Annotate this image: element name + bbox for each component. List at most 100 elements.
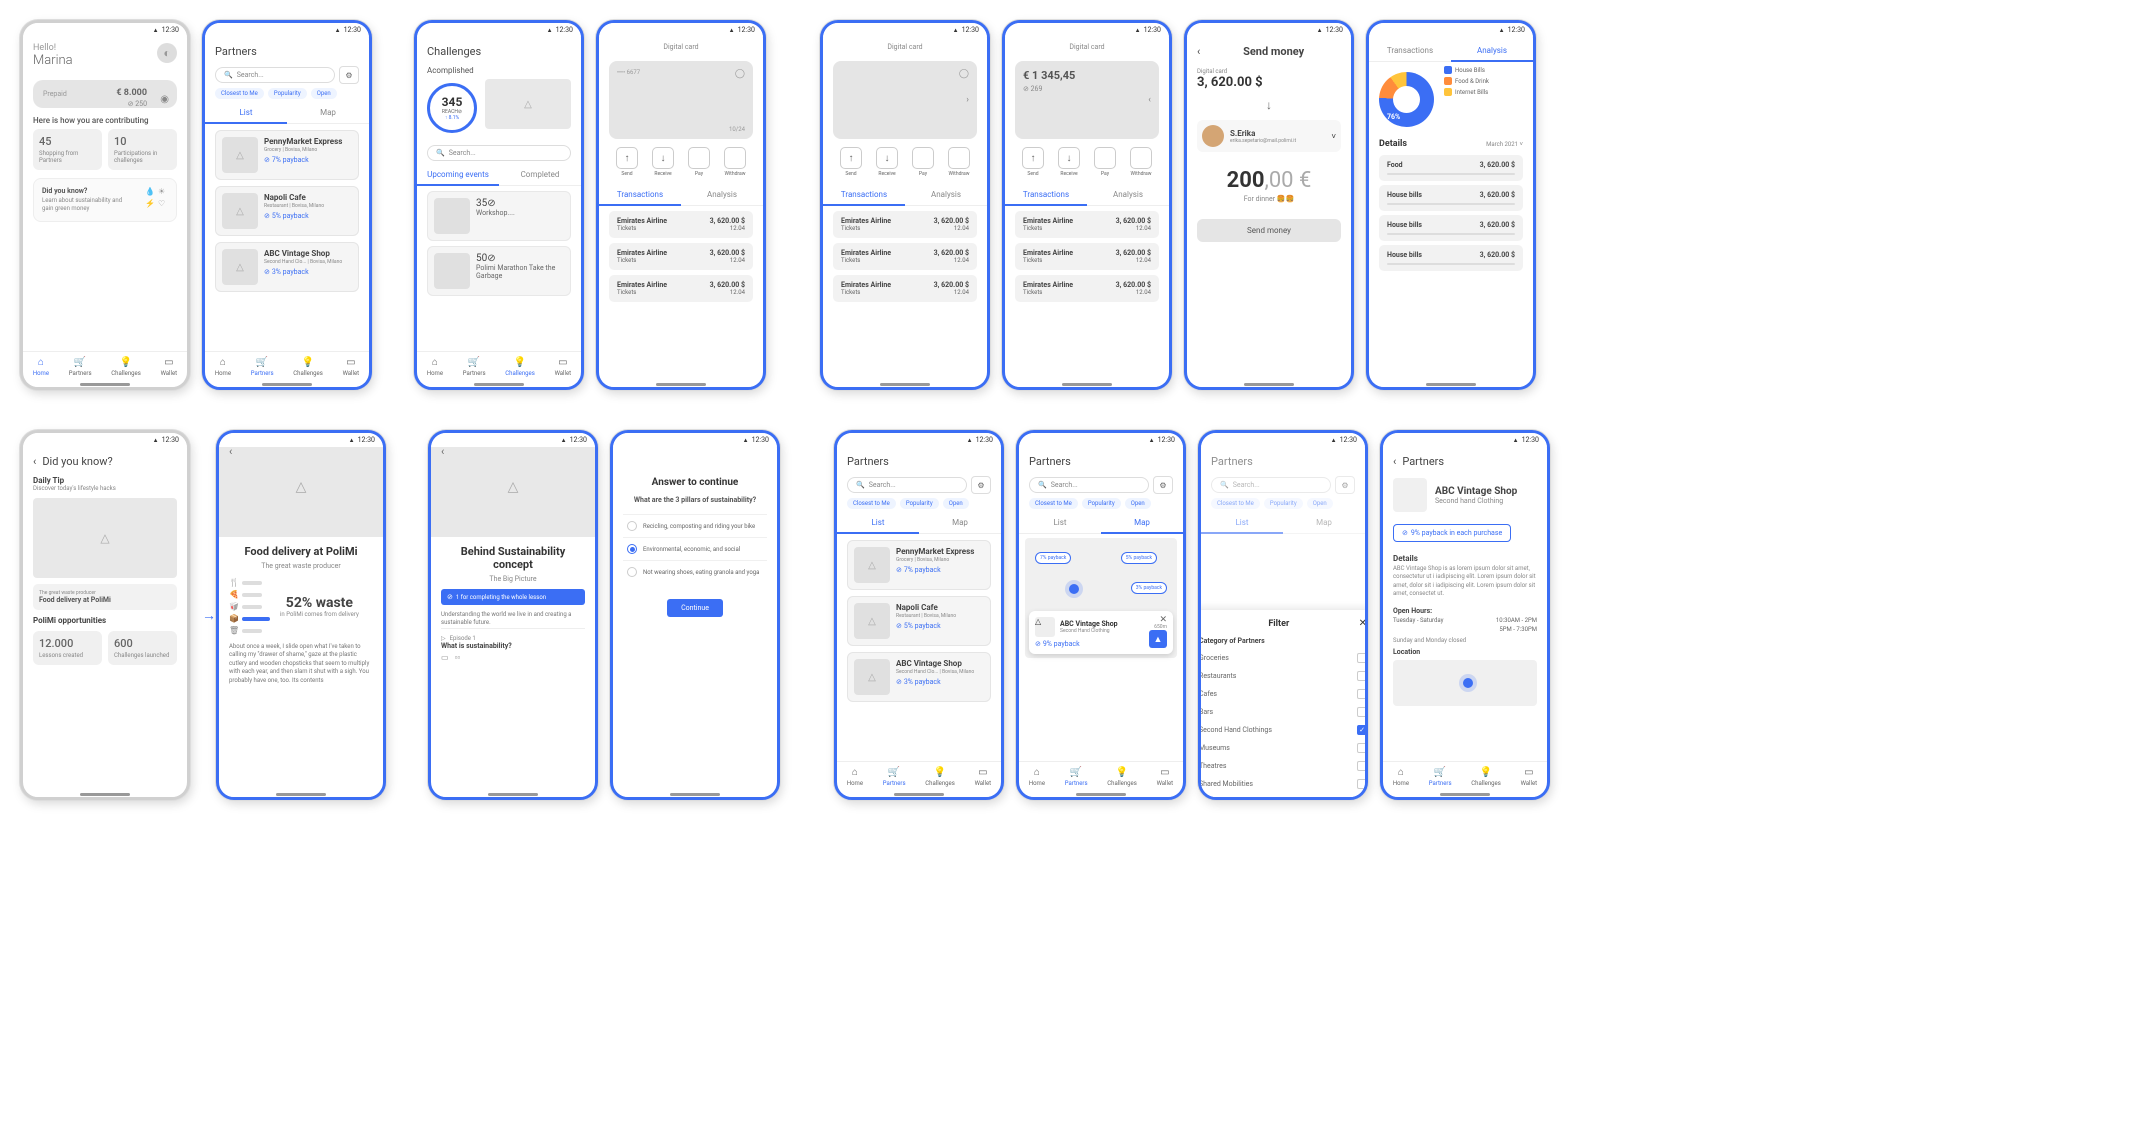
event-card[interactable]: 50⊘Polimi Marathon Take the Garbage bbox=[427, 246, 571, 296]
tab-transactions[interactable]: Transactions bbox=[1369, 41, 1451, 62]
tab-analysis[interactable]: Analysis bbox=[681, 185, 763, 206]
quiz-option[interactable]: Recicling, composting and riding your bi… bbox=[623, 514, 767, 537]
action-pay[interactable]: Pay bbox=[688, 147, 710, 177]
map-pin[interactable]: 5% payback bbox=[1121, 552, 1157, 564]
chip-closest[interactable]: Closest to Me bbox=[215, 88, 264, 99]
tab-analysis[interactable]: Analysis bbox=[1451, 41, 1533, 62]
back-button[interactable]: ‹ bbox=[33, 455, 36, 468]
screen-home: 12:30 Hello!Marina ◐ Prepaid € 8.000 ⊘ 2… bbox=[20, 20, 190, 390]
nav-home[interactable]: ⌂Home bbox=[215, 357, 231, 377]
nav-challenges[interactable]: 💡Challenges bbox=[111, 357, 141, 377]
action-send[interactable]: ↑Send bbox=[616, 147, 638, 177]
close-icon[interactable]: ✕ bbox=[1159, 615, 1167, 625]
back-button[interactable]: ‹ bbox=[1393, 455, 1396, 468]
eye-icon[interactable]: ◉ bbox=[160, 94, 169, 105]
transaction-row[interactable]: Emirates AirlineTickets3, 620.00 $12.04 bbox=[609, 243, 753, 270]
hero-image: ‹△ bbox=[219, 447, 383, 537]
filter-button[interactable]: ⚙ bbox=[1153, 476, 1173, 494]
filter-option[interactable]: Cafes bbox=[1199, 685, 1367, 703]
map[interactable]: 7% payback 5% payback 3% payback ✕ △ABC … bbox=[1025, 538, 1177, 658]
back-button[interactable]: ‹ bbox=[1197, 45, 1200, 58]
digital-card[interactable]: •••• 6677◯10/24 bbox=[609, 61, 753, 139]
partner-card[interactable]: △Napoli CafeRestaurant | Bovisa, Milano5… bbox=[215, 186, 359, 236]
filter-button[interactable]: ⚙ bbox=[971, 476, 991, 494]
transaction-row[interactable]: Emirates AirlineTickets3, 620.00 $12.04 bbox=[609, 275, 753, 302]
nav-partners[interactable]: 🛒Partners bbox=[251, 357, 274, 377]
avatar[interactable]: ◐ bbox=[157, 43, 177, 63]
partner-card[interactable]: △ABC Vintage ShopSecond Hand Clo... | Bo… bbox=[215, 242, 359, 292]
filter-option[interactable]: Theatres bbox=[1199, 757, 1367, 775]
radio-icon bbox=[627, 521, 637, 531]
month-selector[interactable]: March 2021 ˅ bbox=[1486, 141, 1523, 148]
tab-map[interactable]: Map bbox=[287, 103, 369, 124]
nav-wallet[interactable]: ▭Wallet bbox=[343, 357, 360, 377]
amount-input[interactable]: 200,00 € bbox=[1197, 168, 1341, 193]
back-button[interactable]: ‹ bbox=[441, 447, 444, 458]
tab-completed[interactable]: Completed bbox=[499, 165, 581, 186]
chip-popularity[interactable]: Popularity bbox=[268, 88, 307, 99]
continue-button[interactable]: Continue bbox=[667, 599, 723, 617]
digital-card[interactable]: € 1 345,45⊘ 269‹ bbox=[1015, 61, 1159, 139]
placeholder-icon: △ bbox=[222, 137, 258, 173]
quiz-option[interactable]: Not wearing shoes, eating granola and yo… bbox=[623, 560, 767, 583]
filter-panel: Filter✕ Category of Partners Groceries R… bbox=[1198, 610, 1368, 800]
transaction-row[interactable]: Emirates AirlineTickets3, 620.00 $12.04 bbox=[609, 211, 753, 238]
tab-transactions[interactable]: Transactions bbox=[599, 185, 681, 206]
send-button[interactable]: Send money bbox=[1197, 219, 1341, 242]
radio-icon bbox=[627, 567, 637, 577]
balance-card[interactable]: Prepaid € 8.000 ⊘ 250 ◉ bbox=[33, 80, 177, 108]
filter-option[interactable]: Museums bbox=[1199, 739, 1367, 757]
search-input[interactable]: 🔍Search... bbox=[847, 477, 967, 493]
page-title: Did you know? bbox=[42, 455, 112, 468]
detail-row[interactable]: House bills3, 620.00 $ bbox=[1379, 215, 1523, 241]
quiz-title: Answer to continue bbox=[623, 477, 767, 488]
close-icon[interactable]: ✕ bbox=[1359, 618, 1367, 629]
quiz-option[interactable]: Environmental, economic, and social bbox=[623, 537, 767, 560]
location-map[interactable] bbox=[1393, 660, 1537, 706]
nav-home[interactable]: ⌂Home bbox=[33, 357, 49, 377]
placeholder-icon: △ bbox=[1035, 617, 1055, 637]
wallet-icon: ▭ bbox=[163, 357, 175, 369]
partner-card[interactable]: △PennyMarket ExpressGrocery | Bovisa, Mi… bbox=[215, 130, 359, 180]
search-input[interactable]: 🔍Search... bbox=[427, 145, 571, 161]
tip-card[interactable]: The great waste producerFood delivery at… bbox=[33, 584, 177, 610]
back-button[interactable]: ‹ bbox=[229, 447, 232, 458]
chip-open[interactable]: Open bbox=[311, 88, 337, 99]
map-pin[interactable]: 7% payback bbox=[1035, 552, 1071, 564]
tab-list[interactable]: List bbox=[205, 103, 287, 124]
filter-option[interactable]: Bars bbox=[1199, 703, 1367, 721]
search-input[interactable]: 🔍Search... bbox=[215, 67, 335, 83]
filter-option[interactable]: Restaurants bbox=[1199, 667, 1367, 685]
tab-upcoming[interactable]: Upcoming events bbox=[417, 165, 499, 186]
did-you-know-card[interactable]: Did you know? Learn about sustainability… bbox=[33, 178, 177, 222]
event-card[interactable]: 35⊘Workshop.... bbox=[427, 191, 571, 241]
detail-row[interactable]: House bills3, 620.00 $ bbox=[1379, 185, 1523, 211]
stat-shopping: 45Shopping from Partners bbox=[33, 129, 102, 170]
nav-challenges[interactable]: 💡Challenges bbox=[293, 357, 323, 377]
page-title: Digital card bbox=[609, 37, 753, 57]
page-title: Partners bbox=[215, 37, 359, 62]
action-receive[interactable]: ↓Receive bbox=[652, 147, 674, 177]
stat-challenges: 10Participations in challenges bbox=[108, 129, 177, 170]
filter-option[interactable]: Groceries bbox=[1199, 649, 1367, 667]
filter-option[interactable]: Second Hand Clothings✓ bbox=[1199, 721, 1367, 739]
filter-button[interactable]: ⚙ bbox=[339, 66, 359, 84]
search-input[interactable]: 🔍Search... bbox=[1029, 477, 1149, 493]
note[interactable]: For dinner 🍔🍔 bbox=[1197, 195, 1341, 203]
map-pin[interactable]: 3% payback bbox=[1131, 582, 1167, 594]
detail-row[interactable]: House bills3, 620.00 $ bbox=[1379, 245, 1523, 271]
digital-card[interactable]: ◯› bbox=[833, 61, 977, 139]
action-withdraw[interactable]: Withdraw bbox=[724, 147, 746, 177]
quiz-question: What are the 3 pillars of sustainability… bbox=[623, 496, 767, 504]
placeholder-icon bbox=[1393, 478, 1427, 512]
search-icon: 🔍 bbox=[224, 71, 233, 79]
nav-wallet[interactable]: ▭Wallet bbox=[161, 357, 178, 377]
locate-button[interactable]: ▲ bbox=[1149, 630, 1167, 648]
bottom-nav: ⌂Home 🛒Partners 💡Challenges ▭Wallet bbox=[23, 351, 187, 381]
detail-row[interactable]: Food3, 620.00 $ bbox=[1379, 155, 1523, 181]
down-arrow-icon: ↓ bbox=[652, 147, 674, 169]
nav-partners[interactable]: 🛒Partners bbox=[69, 357, 92, 377]
episode[interactable]: ▷Episode 1What is sustainability?▭▫▫ bbox=[441, 628, 585, 668]
filter-option[interactable]: Shared Mobilities bbox=[1199, 775, 1367, 793]
recipient[interactable]: S.Erikaerika.sepetario@mail.polimi.it˅ bbox=[1197, 120, 1341, 152]
